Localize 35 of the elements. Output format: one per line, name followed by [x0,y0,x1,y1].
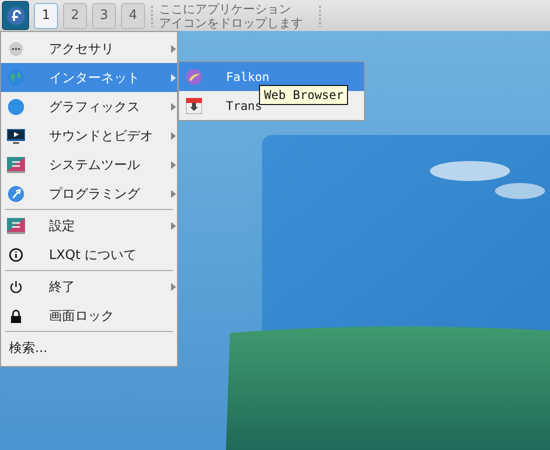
hammer-icon [8,186,24,202]
toolbox-icon [7,156,25,172]
lock-icon [10,308,22,322]
menu-item[interactable]: アクセサリ [1,34,177,63]
info-icon [9,248,23,262]
search-item[interactable]: 検索... [1,333,177,363]
workspace-button[interactable]: 2 [63,2,87,28]
toolbox-icon [7,218,25,234]
grip-handle[interactable] [318,4,322,26]
menu-item[interactable]: グラフィックス [1,92,177,121]
workspace-button[interactable]: 1 [34,2,58,28]
menu-item[interactable]: サウンドとビデオ [1,121,177,150]
hint-text: ここにアプリケーション [159,2,292,16]
grip-handle[interactable] [150,4,154,26]
workspace-button[interactable]: 3 [92,2,116,28]
download-icon [186,98,202,114]
menu-item[interactable]: 画面ロック [1,301,177,330]
browser-icon [186,68,202,84]
menu-item[interactable]: 設定 [1,211,177,240]
globe-icon [8,70,24,86]
ball-icon [8,98,24,114]
monitor-icon [7,128,25,144]
logo-icon [6,6,26,26]
menu-item[interactable]: Falkon [179,62,364,91]
hint-text: アイコンをドロップします [159,16,304,30]
workspace-button[interactable]: 4 [121,2,145,28]
tooltip: Web Browser [259,85,348,105]
menu-item[interactable]: 終了 [1,272,177,301]
dots-icon [9,42,23,56]
menu-item[interactable]: インターネット [1,63,177,92]
menu-item[interactable]: システムツール [1,150,177,179]
power-icon [9,280,23,294]
menu-item[interactable]: LXQt について [1,240,177,269]
menu-item[interactable]: プログラミング [1,179,177,208]
start-button[interactable] [2,1,29,30]
